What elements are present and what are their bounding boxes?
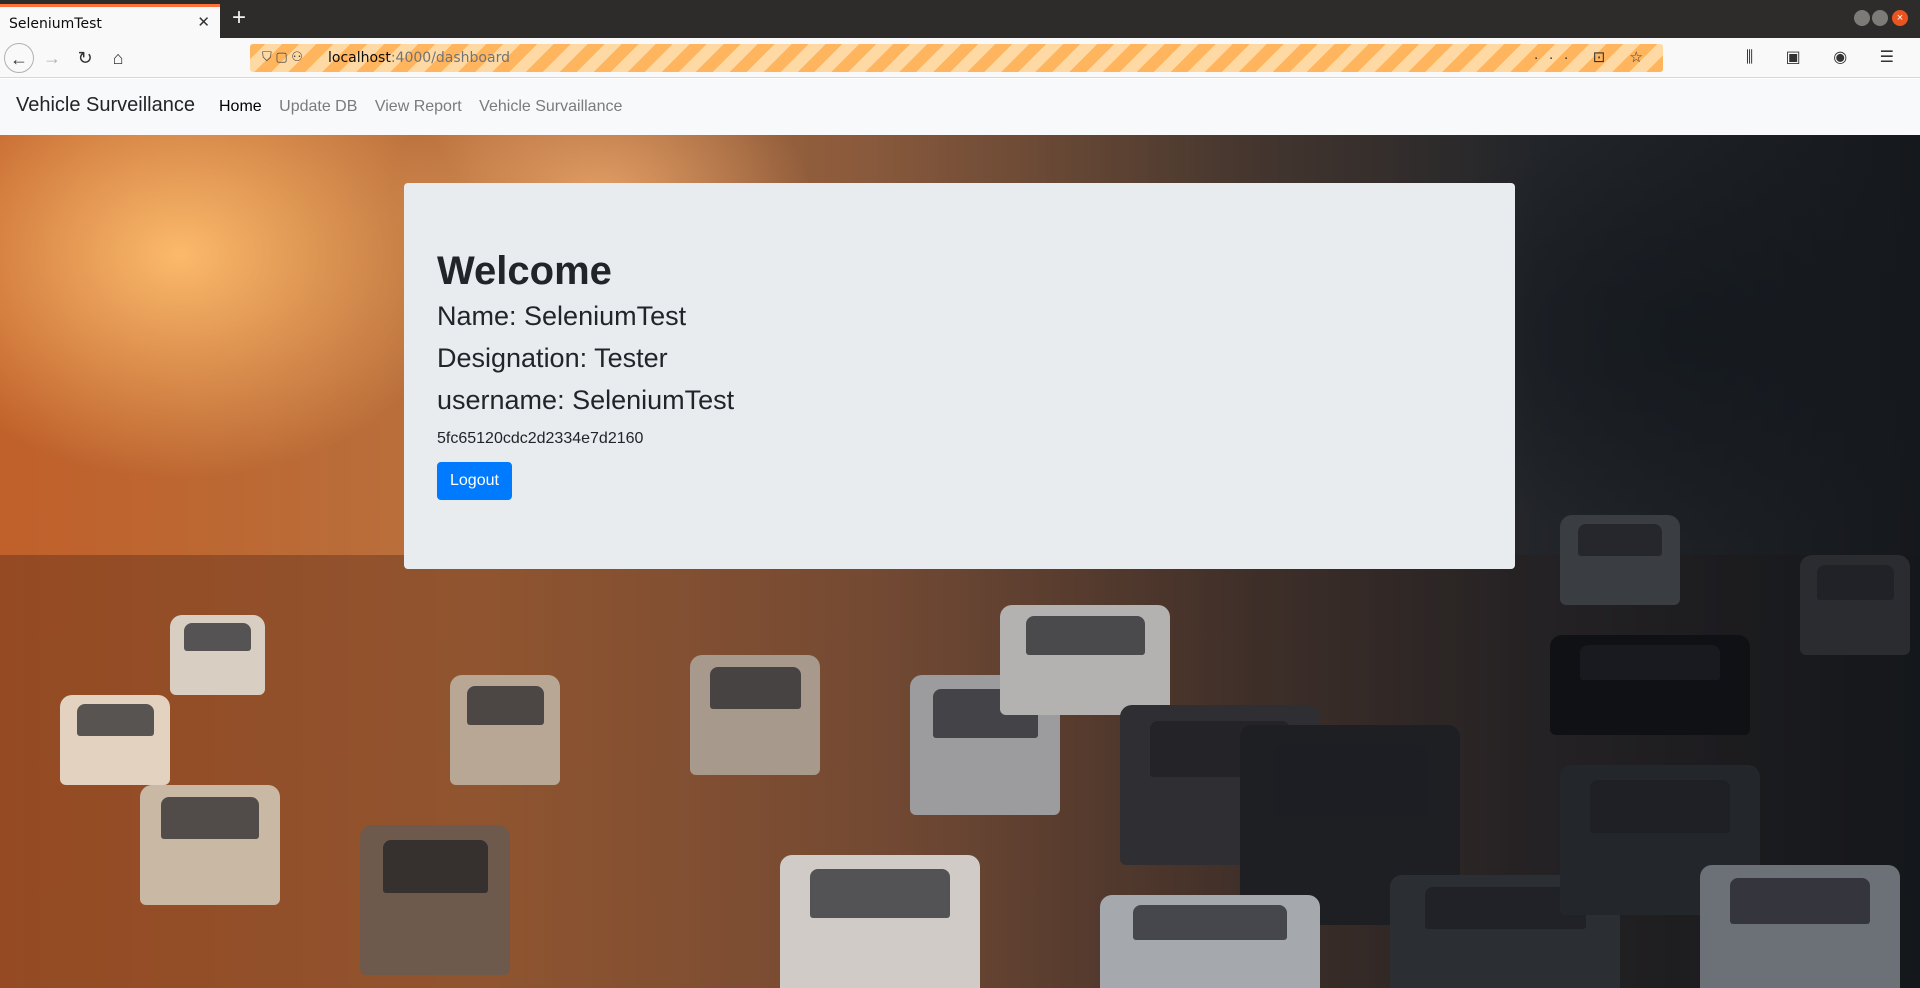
nav-link-home[interactable]: Home bbox=[219, 98, 262, 116]
browser-tab[interactable]: SeleniumTest ✕ bbox=[0, 4, 220, 38]
tab-close-icon[interactable]: ✕ bbox=[197, 13, 210, 31]
nav-link-view-report[interactable]: View Report bbox=[375, 98, 462, 116]
back-arrow-icon[interactable]: ← bbox=[4, 43, 34, 73]
address-bar[interactable]: ⛉ ▢ ⚇ localhost:4000/dashboard ··· ⊡ ☆ bbox=[250, 44, 1663, 72]
web-page: Vehicle Surveillance Home Update DB View… bbox=[0, 79, 1920, 988]
car-shape bbox=[170, 615, 265, 695]
user-username: username: SeleniumTest bbox=[437, 385, 735, 415]
welcome-heading: Welcome bbox=[437, 249, 612, 293]
reload-icon[interactable]: ↻ bbox=[70, 43, 100, 73]
site-navbar: Vehicle Surveillance Home Update DB View… bbox=[0, 79, 1920, 135]
nav-links: Home Update DB View Report Vehicle Surva… bbox=[219, 98, 635, 116]
browser-toolbar: ← → ↻ ⌂ ⛉ ▢ ⚇ localhost:4000/dashboard ·… bbox=[0, 38, 1920, 78]
user-name: Name: SeleniumTest bbox=[437, 301, 687, 331]
site-info-icon[interactable]: ⛉ ▢ ⚇ bbox=[262, 49, 303, 65]
car-shape bbox=[140, 785, 280, 905]
user-designation: Designation: Tester bbox=[437, 343, 668, 373]
browser-menu-icons[interactable]: ⫼ ▣ ◉ ☰ bbox=[1746, 47, 1908, 67]
url-text[interactable]: localhost:4000/dashboard bbox=[328, 50, 510, 66]
forward-arrow-icon[interactable]: → bbox=[37, 43, 67, 73]
car-shape bbox=[360, 825, 510, 975]
window-close-button[interactable]: × bbox=[1892, 10, 1908, 26]
car-shape bbox=[690, 655, 820, 775]
window-maximize-button[interactable] bbox=[1872, 10, 1888, 26]
tab-title: SeleniumTest bbox=[9, 16, 102, 32]
url-path: :4000/dashboard bbox=[390, 50, 510, 66]
welcome-card: Welcome Name: SeleniumTest Designation: … bbox=[404, 183, 1515, 569]
car-shape bbox=[1800, 555, 1910, 655]
window-minimize-button[interactable] bbox=[1854, 10, 1870, 26]
car-shape bbox=[1000, 605, 1170, 715]
user-id: 5fc65120cdc2d2334e7d2160 bbox=[437, 430, 644, 447]
page-actions-icons[interactable]: ··· ⊡ ☆ bbox=[1534, 48, 1653, 66]
browser-tab-bar: SeleniumTest ✕ + × bbox=[0, 0, 1920, 38]
url-host: localhost bbox=[328, 50, 391, 66]
car-shape bbox=[780, 855, 980, 988]
car-shape bbox=[1700, 865, 1900, 988]
navbar-brand[interactable]: Vehicle Surveillance bbox=[16, 94, 195, 117]
new-tab-button[interactable]: + bbox=[232, 6, 246, 30]
car-shape bbox=[1100, 895, 1320, 988]
home-icon[interactable]: ⌂ bbox=[103, 43, 133, 73]
nav-link-update-db[interactable]: Update DB bbox=[279, 98, 357, 116]
car-shape bbox=[1560, 515, 1680, 605]
nav-link-vehicle-survaillance[interactable]: Vehicle Survaillance bbox=[479, 98, 622, 116]
logout-button[interactable]: Logout bbox=[437, 462, 512, 500]
car-shape bbox=[60, 695, 170, 785]
car-shape bbox=[1550, 635, 1750, 735]
car-shape bbox=[450, 675, 560, 785]
